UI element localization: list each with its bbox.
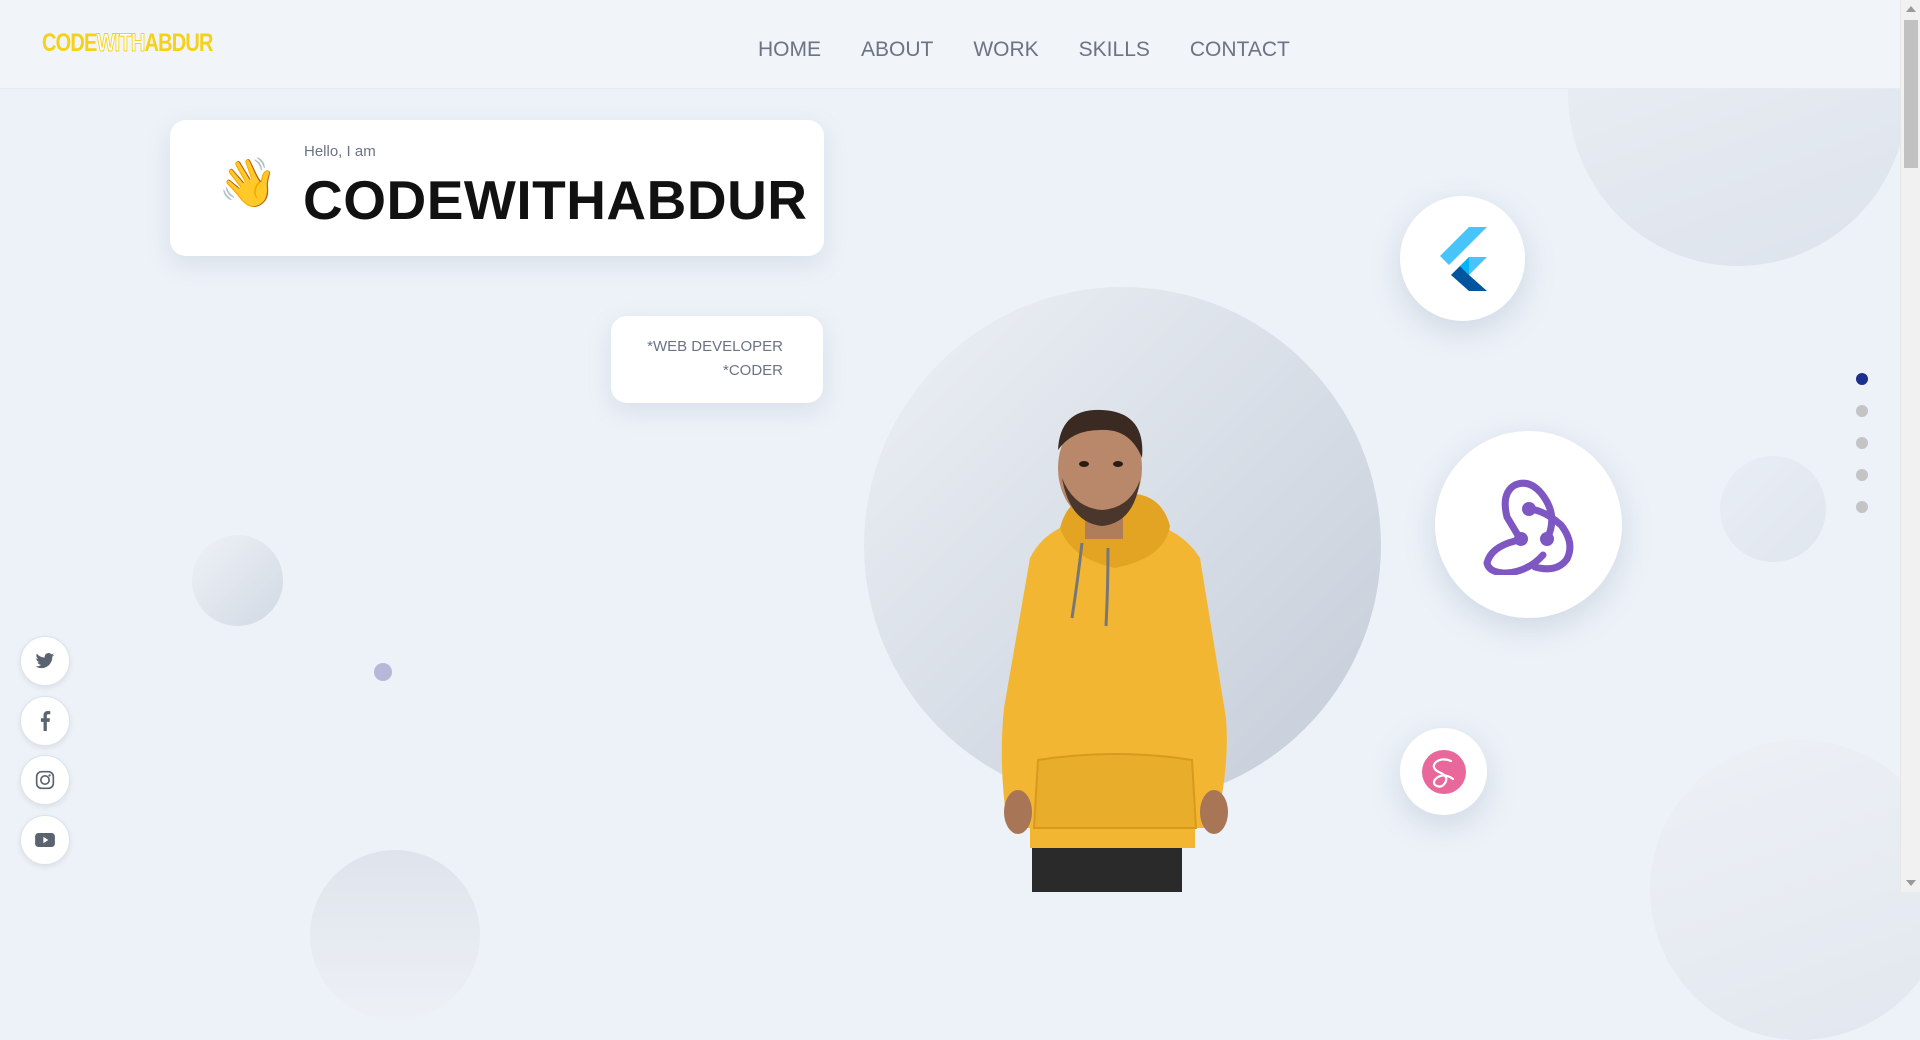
pagination-dot-5[interactable] — [1856, 501, 1868, 513]
nav-about[interactable]: ABOUT — [861, 38, 933, 62]
twitter-button[interactable] — [20, 636, 70, 686]
scrollbar-thumb[interactable] — [1904, 20, 1918, 168]
twitter-icon — [35, 653, 55, 669]
scroll-down-arrow-icon[interactable] — [1906, 880, 1916, 886]
top-navbar: CODEWITHABDUR HOME ABOUT WORK SKILLS CON… — [0, 0, 1900, 89]
waving-hand-icon: 👋 — [218, 157, 278, 210]
greeting-text: Hello, I am — [304, 143, 376, 160]
pagination-dot-2[interactable] — [1856, 405, 1868, 417]
logo-text-abdur: ABDUR — [144, 29, 213, 57]
pagination-dot-1[interactable] — [1856, 373, 1868, 385]
flutter-icon — [1439, 226, 1487, 291]
role-web-developer: *WEB DEVELOPER — [647, 338, 783, 355]
page-scrollbar[interactable] — [1900, 0, 1920, 892]
site-logo[interactable]: CODEWITHABDUR — [42, 29, 214, 61]
decor-circle-bottomright — [1650, 740, 1920, 1040]
role-coder: *CODER — [722, 362, 783, 379]
hero-roles-card: *WEB DEVELOPER *CODER — [611, 316, 823, 403]
nav-home[interactable]: HOME — [758, 38, 821, 62]
nav-skills[interactable]: SKILLS — [1079, 38, 1150, 62]
redux-icon — [1482, 479, 1573, 575]
decor-dot-purple — [374, 663, 392, 681]
flutter-skill-bubble[interactable] — [1400, 196, 1525, 321]
instagram-icon — [35, 770, 55, 790]
sass-skill-bubble[interactable] — [1400, 728, 1487, 815]
logo-text-code: CODE — [42, 29, 97, 57]
facebook-icon — [40, 711, 51, 731]
decor-circle-left — [192, 535, 283, 626]
profile-photo — [1001, 409, 1228, 892]
nav-links: HOME ABOUT WORK SKILLS CONTACT — [758, 38, 1290, 62]
section-pagination — [1856, 373, 1868, 533]
logo-text-with: WITH — [96, 29, 145, 58]
pagination-dot-3[interactable] — [1856, 437, 1868, 449]
pagination-dot-4[interactable] — [1856, 469, 1868, 481]
youtube-button[interactable] — [20, 815, 70, 865]
decor-circle-right — [1720, 456, 1826, 562]
youtube-icon — [35, 833, 55, 847]
nav-contact[interactable]: CONTACT — [1190, 38, 1290, 62]
sass-icon — [1421, 749, 1466, 794]
decor-circle-bottomleft — [310, 850, 480, 1020]
redux-skill-bubble[interactable] — [1435, 431, 1622, 618]
nav-work[interactable]: WORK — [973, 38, 1038, 62]
hero-name: CODEWITHABDUR — [303, 169, 808, 231]
facebook-button[interactable] — [20, 696, 70, 746]
instagram-button[interactable] — [20, 755, 70, 805]
hero-greeting-card: 👋 Hello, I am CODEWITHABDUR — [170, 120, 824, 256]
scroll-up-arrow-icon[interactable] — [1906, 6, 1916, 12]
